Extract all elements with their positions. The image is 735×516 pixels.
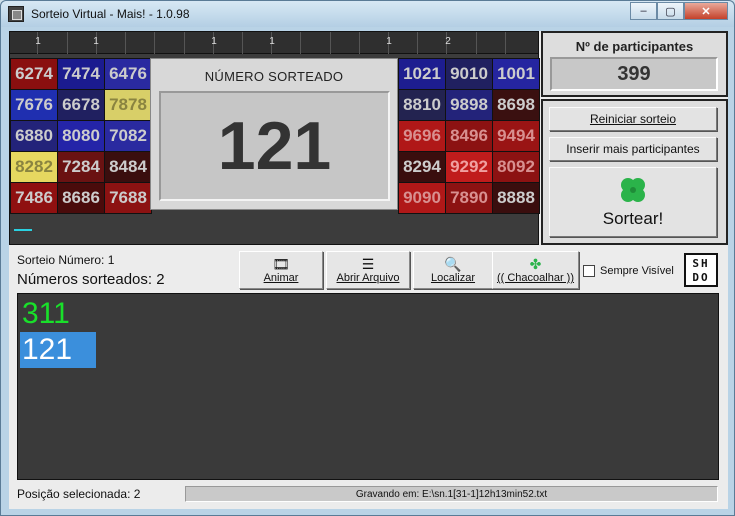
draw-button[interactable]: Sortear!	[549, 167, 717, 237]
number-cell: 8282	[11, 152, 57, 182]
number-cell: 8496	[446, 121, 492, 151]
title-bar[interactable]: Sorteio Virtual - Mais! - 1.0.98 – ▢ ✕	[1, 1, 734, 27]
participants-title: Nº de participantes	[575, 39, 694, 54]
progress-indicator	[14, 229, 32, 231]
number-cell: 8686	[58, 183, 104, 213]
actions-panel: Reiniciar sorteio Inserir mais participa…	[541, 99, 728, 245]
number-cell: 8698	[493, 90, 539, 120]
find-button[interactable]: 🔍 Localizar	[413, 251, 493, 289]
find-label: Localizar	[430, 272, 476, 284]
animate-label: Animar	[263, 272, 299, 284]
number-cell: 6274	[11, 59, 57, 89]
number-cell: 7878	[105, 90, 151, 120]
number-cell: 7688	[105, 183, 151, 213]
drawn-number-title: NÚMERO SORTEADO	[204, 69, 344, 84]
app-icon	[8, 6, 24, 22]
drawn-number-box: 121	[159, 91, 390, 201]
insert-participants-label: Inserir mais participantes	[566, 142, 700, 156]
four-leaf-clover-icon	[621, 178, 645, 202]
number-cell: 9898	[446, 90, 492, 120]
number-cell: 9090	[399, 183, 445, 213]
document-icon: ☰	[361, 256, 375, 272]
number-cell: 8080	[58, 121, 104, 151]
list-item[interactable]: 311	[20, 296, 70, 332]
ruler-label: 2	[445, 36, 451, 47]
number-cell: 9494	[493, 121, 539, 151]
open-file-label: Abrir Arquivo	[336, 272, 400, 284]
number-cell: 7890	[446, 183, 492, 213]
insert-participants-button[interactable]: Inserir mais participantes	[549, 137, 717, 161]
number-cell: 9696	[399, 121, 445, 151]
number-cell: 7082	[105, 121, 151, 151]
number-cell: 7474	[58, 59, 104, 89]
shake-label: (( Chacoalhar ))	[496, 272, 575, 284]
number-cell: 8294	[399, 152, 445, 182]
saving-path-label: Gravando em: E:\sn.1[31-1]12h13min52.txt	[185, 486, 718, 502]
shake-button[interactable]: ✤ (( Chacoalhar ))	[492, 251, 579, 289]
number-cell: 9010	[446, 59, 492, 89]
display-board: 111112 6274 7474 6476 7676 6678 7878 6880 8080 7…	[9, 31, 540, 245]
drawn-count-label: Números sorteados: 2	[17, 271, 165, 288]
number-cell: 6476	[105, 59, 151, 89]
minimize-button[interactable]: –	[630, 2, 657, 20]
ruler-label: 1	[386, 36, 392, 47]
open-file-button[interactable]: ☰ Abrir Arquivo	[326, 251, 410, 289]
number-cell: 8888	[493, 183, 539, 213]
logo-top-text: SH	[692, 257, 710, 270]
selected-position-label: Posição selecionada: 2	[17, 487, 141, 501]
film-icon: 🎞	[272, 256, 290, 272]
window-controls: – ▢ ✕	[630, 2, 728, 20]
ruler-label: 1	[35, 36, 41, 47]
right-number-grid: 1021 9010 1001 8810 9898 8698 9696 8496 9494 8294…	[398, 58, 540, 214]
ruler-label: 1	[269, 36, 275, 47]
number-cell: 6880	[11, 121, 57, 151]
column-ruler: 1 1 1 1 1 2	[10, 32, 538, 54]
number-cell: 8092	[493, 152, 539, 182]
maximize-button[interactable]: ▢	[657, 2, 684, 20]
ruler-tick	[10, 32, 506, 54]
magnifier-icon: 🔍	[444, 256, 462, 272]
animate-button[interactable]: 🎞 Animar	[239, 251, 323, 289]
number-cell: 7676	[11, 90, 57, 120]
app-window: Sorteio Virtual - Mais! - 1.0.98 – ▢ ✕ 1…	[0, 0, 735, 516]
close-button[interactable]: ✕	[684, 2, 728, 20]
drawn-number-panel: NÚMERO SORTEADO 121	[150, 58, 398, 210]
draw-label: Sortear!	[602, 209, 664, 228]
draw-number-label: Sorteio Número: 1	[17, 253, 115, 267]
reset-draw-button[interactable]: Reiniciar sorteio	[549, 107, 717, 131]
number-cell: 9292	[446, 152, 492, 182]
ruler-label: 1	[93, 36, 99, 47]
brand-logo: SH DO	[684, 253, 718, 287]
always-visible-toggle[interactable]: Sempre Visível	[583, 265, 674, 277]
list-item-selected[interactable]: 121	[20, 332, 96, 368]
status-bar: Posição selecionada: 2 Gravando em: E:\s…	[9, 483, 728, 509]
number-cell: 8484	[105, 152, 151, 182]
number-cell: 1001	[493, 59, 539, 89]
always-visible-label: Sempre Visível	[600, 265, 674, 277]
number-cell: 7284	[58, 152, 104, 182]
participants-panel: Nº de participantes 399	[541, 31, 728, 97]
drawn-numbers-list[interactable]: 311 121	[17, 293, 719, 480]
number-cell: 8810	[399, 90, 445, 120]
drawn-number: 121	[217, 108, 332, 184]
number-cell: 6678	[58, 90, 104, 120]
logo-bottom-text: DO	[692, 271, 710, 284]
reset-draw-label: Reiniciar sorteio	[589, 112, 677, 126]
clover-icon: ✤	[529, 256, 542, 272]
number-cell: 7486	[11, 183, 57, 213]
window-title: Sorteio Virtual - Mais! - 1.0.98	[31, 7, 190, 21]
number-cell: 1021	[399, 59, 445, 89]
left-number-grid: 6274 7474 6476 7676 6678 7878 6880 8080 7082 8282…	[10, 58, 152, 214]
client-area: 111112 6274 7474 6476 7676 6678 7878 6880 8080 7…	[9, 31, 728, 509]
ruler-label: 1	[211, 36, 217, 47]
always-visible-checkbox[interactable]	[583, 265, 595, 277]
participants-count: 399	[550, 57, 718, 91]
